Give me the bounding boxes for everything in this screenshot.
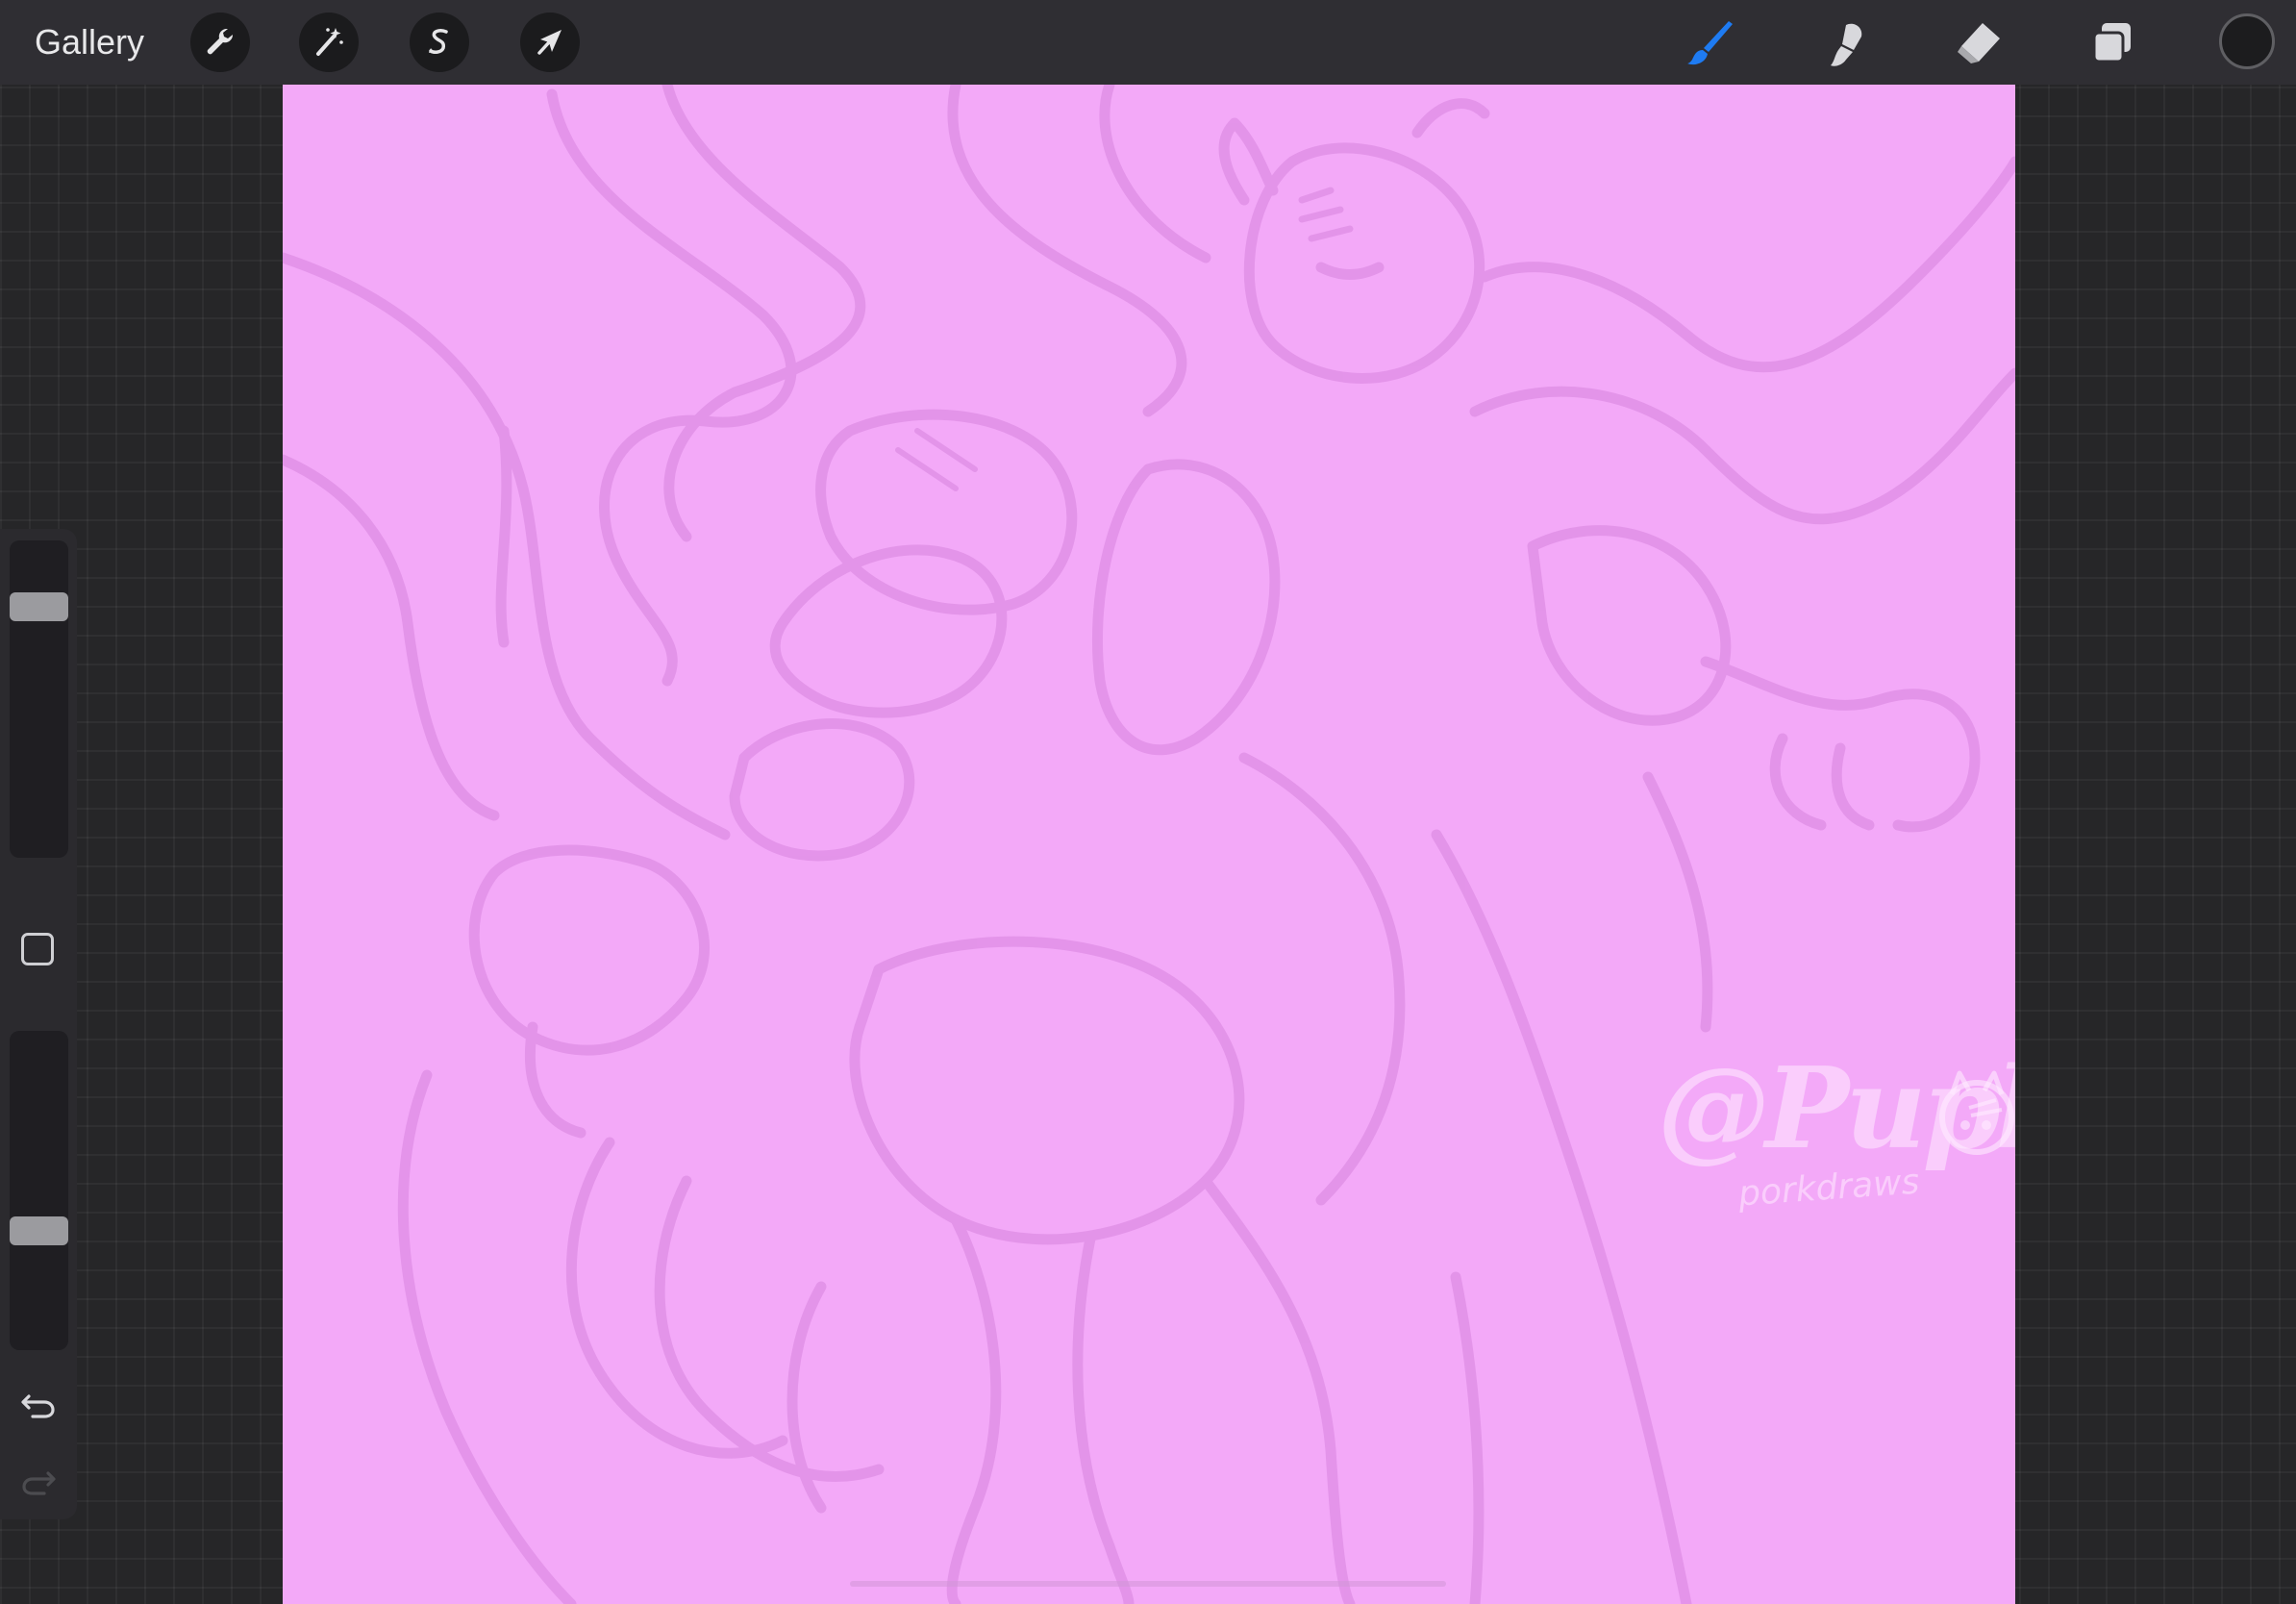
brush-size-slider[interactable] [10, 540, 68, 858]
eraser-tool-button[interactable] [1948, 13, 2008, 73]
actions-button[interactable] [190, 13, 250, 72]
eraser-icon [1958, 23, 2000, 63]
brush-icon [1687, 21, 1733, 65]
drawing-canvas[interactable]: @Pupbii porkdraws [283, 85, 2015, 1604]
sidebar [0, 529, 77, 1519]
selection-icon [429, 29, 448, 54]
layers-icon [2092, 23, 2131, 63]
procreate-workspace: Gallery @Pup porkdraws [0, 0, 2296, 1604]
top-toolbar: Gallery [0, 0, 2296, 85]
color-picker-button[interactable] [2219, 13, 2275, 69]
undo-icon[interactable] [17, 1383, 60, 1425]
arrow-cursor-icon [537, 30, 562, 55]
redo-icon[interactable] [17, 1460, 60, 1502]
smudge-icon [1831, 23, 1862, 66]
brush-size-slider-thumb[interactable] [10, 592, 68, 621]
selection-button[interactable] [410, 13, 469, 72]
sketch-layer [283, 85, 2015, 1604]
transform-button[interactable] [520, 13, 580, 72]
artist-watermark: @Pupbii porkdraws [1658, 1046, 2015, 1316]
wrench-icon [207, 28, 234, 55]
bee-mascot-icon [1939, 1070, 2014, 1155]
smudge-tool-button[interactable] [1815, 13, 1875, 73]
adjustments-button[interactable] [299, 13, 359, 72]
opacity-slider-thumb[interactable] [10, 1216, 68, 1245]
home-indicator[interactable] [850, 1581, 1446, 1587]
modify-button[interactable] [21, 933, 54, 965]
magic-wand-icon [316, 28, 343, 56]
opacity-slider[interactable] [10, 1031, 68, 1350]
gallery-button[interactable]: Gallery [35, 21, 144, 63]
brush-tool-button[interactable] [1681, 13, 1740, 73]
layers-button[interactable] [2083, 13, 2142, 73]
